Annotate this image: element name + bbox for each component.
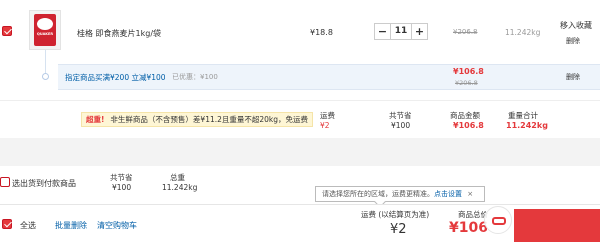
promo-subtotal-strike: ¥206.8 xyxy=(455,79,478,87)
section-separator xyxy=(0,138,600,166)
shipping-value: ¥2 xyxy=(320,121,330,130)
move-to-favorites-link[interactable]: 移入收藏 xyxy=(560,20,592,31)
quantity-stepper[interactable]: − 11 + xyxy=(374,23,428,40)
promo-delete-link[interactable]: 删除 xyxy=(566,72,580,82)
delete-item-link[interactable]: 删除 xyxy=(566,36,580,46)
overweight-notice: 超重! 非生鲜商品（不含预售）差¥11.2且重量不超20kg，免运费 xyxy=(81,112,314,127)
region-tooltip: 请选择您所在的区域，运费更精准。点击设置 × xyxy=(315,186,485,202)
unit-price: ¥18.8 xyxy=(310,28,333,37)
bottom-shipping-value: ¥2 xyxy=(390,222,407,237)
saved-value: ¥100 xyxy=(391,121,411,130)
select-all-label[interactable]: 全选 xyxy=(20,220,36,231)
batch-delete-link[interactable]: 批量删除 xyxy=(55,220,87,231)
overweight-text: 非生鲜商品（不含预售）差¥11.2且重量不超20kg，免运费 xyxy=(110,115,309,124)
footer-saved-label: 共节省 xyxy=(110,173,133,182)
checkout-button[interactable] xyxy=(514,209,600,242)
product-image-brand: QUAKER xyxy=(36,32,54,36)
amount-label: 商品金额 xyxy=(450,111,480,120)
shipping-label: 运费 xyxy=(320,111,335,120)
product-image[interactable]: QUAKER xyxy=(29,10,61,50)
quantity-plus-button[interactable]: + xyxy=(412,24,427,39)
product-name[interactable]: 桂格 即食燕麦片1kg/袋 xyxy=(77,28,161,39)
watermark-badge xyxy=(484,206,512,234)
bottom-shipping-label: 运费 (以结算页为准) xyxy=(361,210,430,219)
cod-checkbox-label[interactable]: 选出货到付款商品 xyxy=(12,178,76,189)
weight-total-label: 重量合计 xyxy=(508,111,538,120)
footer-weight-label: 总重 xyxy=(170,173,185,182)
quantity-minus-button[interactable]: − xyxy=(375,24,390,39)
promo-subtotal: ¥106.8 xyxy=(453,67,484,76)
overweight-title: 超重! xyxy=(86,115,105,124)
promo-label[interactable]: 指定商品买满¥200 立减¥100 xyxy=(65,72,166,83)
footer-saved-value: ¥100 xyxy=(112,183,132,192)
region-tooltip-text: 请选择您所在的区域，运费更精准。 xyxy=(322,190,434,198)
item-weight: 11.242kg xyxy=(505,28,541,37)
promo-discount-note: 已优惠：¥100 xyxy=(172,73,218,81)
region-settings-link[interactable]: 点击设置 xyxy=(434,190,462,198)
clear-cart-link[interactable]: 清空购物车 xyxy=(97,220,137,231)
weight-total-value: 11.242kg xyxy=(506,121,548,130)
footer-weight-value: 11.242kg xyxy=(162,183,198,192)
quantity-input[interactable]: 11 xyxy=(390,24,412,39)
amount-value: ¥106.8 xyxy=(453,121,484,130)
cod-checkbox[interactable] xyxy=(0,177,10,187)
select-all-checkbox[interactable] xyxy=(2,219,12,229)
promo-dot xyxy=(42,73,49,80)
item-checkbox[interactable] xyxy=(2,26,12,36)
summary-divider xyxy=(0,100,600,101)
total-value: ¥106.8 xyxy=(449,220,487,236)
item-original-total: ¥206.8 xyxy=(453,28,478,36)
close-icon[interactable]: × xyxy=(467,190,473,198)
saved-label: 共节省 xyxy=(389,111,412,120)
